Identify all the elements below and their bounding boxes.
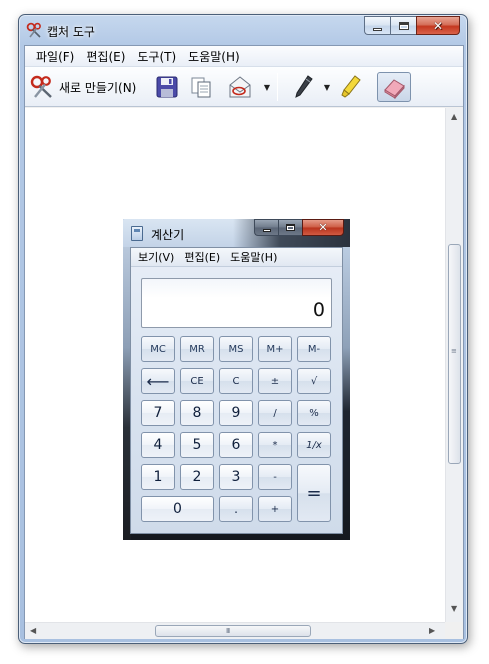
calculator-display: 0 — [141, 278, 332, 328]
key-0: 0 — [141, 496, 214, 522]
key-divide: / — [258, 400, 292, 426]
scroll-right-arrow-icon[interactable]: ▶ — [429, 626, 435, 635]
key-reciprocal: 1/x — [297, 432, 331, 458]
scroll-up-arrow-icon[interactable]: ▲ — [451, 112, 457, 121]
save-icon — [156, 76, 178, 98]
scroll-left-arrow-icon[interactable]: ◀ — [30, 626, 36, 635]
calculator-menu-view: 보기(V) — [138, 251, 175, 264]
highlighter-button[interactable] — [337, 72, 365, 102]
calculator-menu-bar: 보기(V) 편집(E) 도움말(H) — [131, 248, 342, 267]
scroll-down-arrow-icon[interactable]: ▼ — [451, 604, 457, 613]
key-mc: MC — [141, 336, 175, 362]
menu-help[interactable]: 도움말(H) — [182, 48, 246, 65]
calculator-title: 계산기 — [151, 228, 185, 242]
vertical-scroll-thumb[interactable]: ≡ — [448, 244, 461, 464]
send-email-dropdown[interactable]: ▼ — [261, 72, 273, 102]
window-client: 파일(F) 편집(E) 도구(T) 도움말(H) 새로 만들기(N) ▼ ▼ 계… — [24, 45, 464, 639]
key-8: 8 — [180, 400, 214, 426]
close-icon: ✕ — [432, 18, 444, 33]
minimize-icon — [373, 27, 382, 31]
pen-dropdown[interactable]: ▼ — [321, 72, 333, 102]
calculator-client: 보기(V) 편집(E) 도움말(H) 0 MC MR MS M+ M- ⟵ CE… — [130, 247, 343, 534]
key-percent: % — [297, 400, 331, 426]
key-mr: MR — [180, 336, 214, 362]
calculator-caption-buttons: ✕ — [254, 219, 344, 237]
key-plus-minus: ± — [258, 368, 292, 394]
key-6: 6 — [219, 432, 253, 458]
scissors-icon — [30, 75, 52, 98]
display-value: 0 — [312, 299, 325, 321]
key-equals: = — [297, 464, 331, 522]
calculator-close-button: ✕ — [302, 219, 344, 236]
close-icon: ✕ — [318, 221, 328, 234]
key-m-plus: M+ — [258, 336, 292, 362]
maximize-button[interactable] — [390, 16, 416, 35]
highlighter-icon — [341, 75, 361, 98]
key-sqrt: √ — [297, 368, 331, 394]
pen-icon — [295, 75, 313, 98]
key-subtract: - — [258, 464, 292, 490]
copy-button[interactable] — [187, 72, 215, 102]
snipping-tool-window: 캡처 도구 ✕ 파일(F) 편집(E) 도구(T) 도움말(H) 새로 만들기(… — [18, 14, 468, 644]
minimize-button[interactable] — [364, 16, 390, 35]
toolbar: 새로 만들기(N) ▼ ▼ — [25, 67, 463, 107]
key-7: 7 — [141, 400, 175, 426]
calculator-title-bar: 계산기 ✕ — [123, 219, 350, 247]
key-decimal: . — [219, 496, 253, 522]
key-1: 1 — [141, 464, 175, 490]
menu-file[interactable]: 파일(F) — [30, 48, 80, 65]
key-4: 4 — [141, 432, 175, 458]
minimize-icon — [262, 229, 271, 232]
scroll-grip-icon: ≡ — [451, 347, 457, 355]
scroll-grip-icon: III — [226, 627, 230, 635]
captured-calculator: 계산기 ✕ 보기(V) 편집(E) 도움말(H) 0 MC MR MS M+ M… — [123, 219, 350, 540]
window-title: 캡처 도구 — [47, 25, 95, 39]
save-button[interactable] — [153, 72, 181, 102]
send-email-icon — [229, 76, 251, 98]
calculator-menu-edit: 편집(E) — [184, 251, 221, 264]
horizontal-scroll-thumb[interactable]: III — [155, 625, 311, 637]
key-m-minus: M- — [297, 336, 331, 362]
send-email-button[interactable] — [223, 72, 257, 102]
new-snip-label: 새로 만들기(N) — [59, 80, 137, 95]
scrollbar-corner — [445, 622, 463, 639]
new-snip-button[interactable]: 새로 만들기(N) — [27, 72, 145, 102]
eraser-button[interactable] — [377, 72, 411, 102]
snip-canvas[interactable]: 계산기 ✕ 보기(V) 편집(E) 도움말(H) 0 MC MR MS M+ M… — [25, 108, 445, 622]
key-multiply: * — [258, 432, 292, 458]
key-ms: MS — [219, 336, 253, 362]
key-3: 3 — [219, 464, 253, 490]
pen-button[interactable] — [289, 72, 317, 102]
menu-edit[interactable]: 편집(E) — [80, 48, 131, 65]
calculator-maximize-button — [278, 219, 302, 236]
scissors-icon — [26, 22, 41, 38]
toolbar-separator — [277, 73, 278, 101]
calculator-menu-help: 도움말(H) — [230, 251, 278, 264]
close-button[interactable]: ✕ — [416, 16, 460, 35]
key-c: C — [219, 368, 253, 394]
maximize-icon — [398, 21, 409, 30]
key-9: 9 — [219, 400, 253, 426]
copy-icon — [191, 77, 211, 98]
menu-tools[interactable]: 도구(T) — [131, 48, 182, 65]
menu-bar: 파일(F) 편집(E) 도구(T) 도움말(H) — [25, 46, 463, 67]
key-add: + — [258, 496, 292, 522]
key-2: 2 — [180, 464, 214, 490]
vertical-scrollbar[interactable]: ▲ ≡ ▼ — [445, 108, 463, 622]
eraser-icon — [384, 79, 405, 99]
horizontal-scrollbar[interactable]: ◀ III ▶ — [25, 622, 445, 639]
chevron-down-icon: ▼ — [263, 82, 271, 92]
calculator-icon — [131, 226, 143, 241]
calculator-minimize-button — [254, 219, 278, 236]
caption-buttons: ✕ — [364, 16, 460, 37]
key-backspace: ⟵ — [141, 368, 175, 394]
key-5: 5 — [180, 432, 214, 458]
chevron-down-icon: ▼ — [323, 82, 331, 92]
key-ce: CE — [180, 368, 214, 394]
maximize-icon — [286, 224, 295, 231]
title-bar[interactable]: 캡처 도구 ✕ — [19, 15, 467, 45]
